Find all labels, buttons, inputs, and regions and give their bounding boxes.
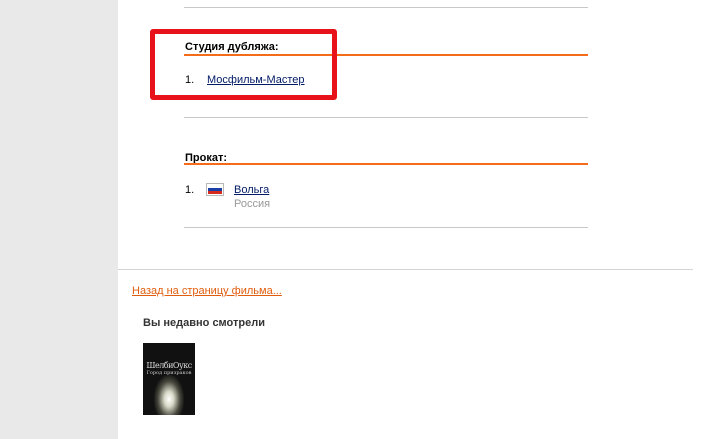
distributor-link[interactable]: Вольга xyxy=(234,184,269,196)
page-divider xyxy=(118,269,693,270)
divider-top xyxy=(184,7,588,8)
poster-title: ШелбиОукс xyxy=(146,361,192,370)
poster-subtitle: Город призраков xyxy=(146,370,192,376)
distributor-country: Россия xyxy=(234,198,271,210)
divider-middle xyxy=(184,117,588,118)
russia-flag-icon xyxy=(206,183,224,196)
distribution-item-number: 1. xyxy=(185,184,195,196)
recent-film-poster[interactable]: ШелбиОукс Город призраков xyxy=(143,343,195,415)
highlight-box xyxy=(150,29,337,100)
recently-viewed-title: Вы недавно смотрели xyxy=(143,317,265,329)
distribution-underline xyxy=(184,163,588,165)
back-to-film-link[interactable]: Назад на страницу фильма... xyxy=(132,285,282,297)
left-gutter xyxy=(0,0,118,439)
divider-bottom xyxy=(184,227,588,228)
